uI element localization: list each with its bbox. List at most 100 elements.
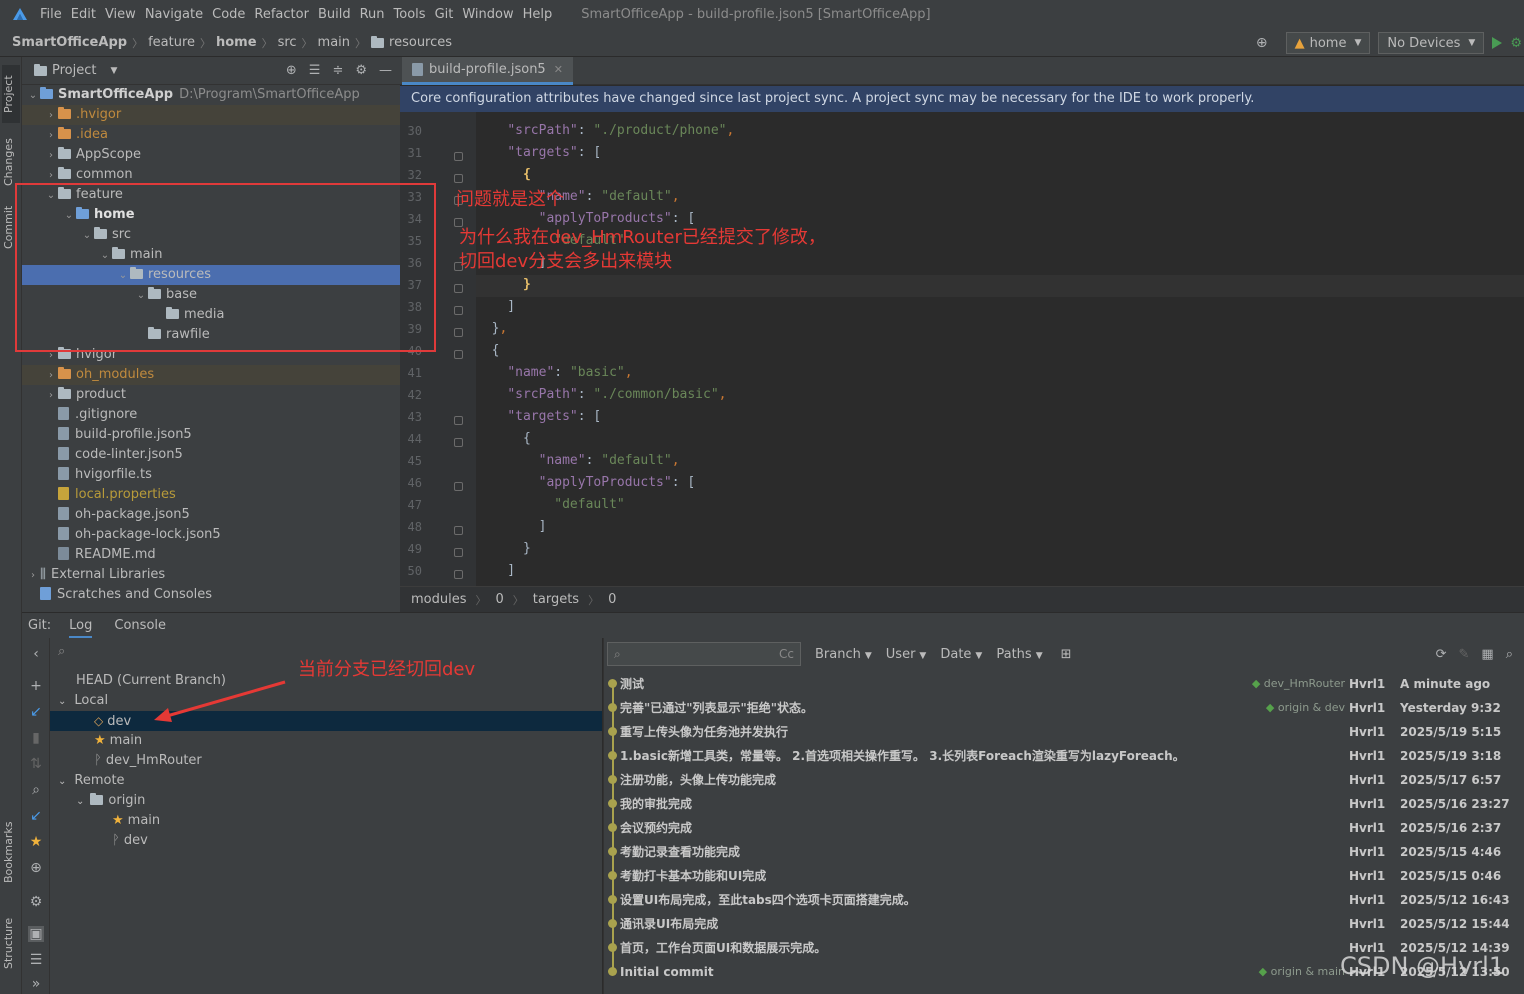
layout-icon[interactable]: ▣	[28, 926, 44, 942]
commit-row[interactable]: 注册功能，头像上传功能完成 Hvrl1 2025/5/17 6:57	[604, 768, 1524, 792]
tree-item-appscope[interactable]: › AppScope	[22, 145, 400, 165]
menu-item-edit[interactable]: Edit	[71, 7, 96, 22]
chevron-right-icon[interactable]: ›	[44, 146, 58, 166]
filter-paths[interactable]: Paths ▼	[996, 647, 1042, 662]
more-icon[interactable]: »	[28, 976, 44, 992]
target-icon[interactable]: ⊕	[1256, 35, 1268, 51]
breadcrumb-project[interactable]: SmartOfficeApp	[12, 35, 127, 50]
menu-item-file[interactable]: File	[40, 7, 62, 22]
breadcrumb-src[interactable]: src	[278, 35, 297, 50]
menu-item-navigate[interactable]: Navigate	[145, 7, 203, 22]
menu-item-help[interactable]: Help	[523, 7, 553, 22]
branch-local-dev[interactable]: ◇ dev	[50, 711, 602, 731]
commit-row[interactable]: 测试 ◆ dev_HmRouter Hvrl1 A minute ago	[604, 672, 1524, 696]
editor-breadcrumb-modules[interactable]: modules	[411, 592, 467, 607]
commit-row[interactable]: 通讯录UI布局完成 Hvrl1 2025/5/12 15:44	[604, 912, 1524, 936]
tree-item-oh-package-lock-json5[interactable]: oh-package-lock.json5	[22, 525, 400, 545]
menu-item-build[interactable]: Build	[318, 7, 351, 22]
branch-local-main[interactable]: ★ main	[50, 731, 602, 751]
compare-icon[interactable]: ⇅	[28, 756, 44, 772]
update-icon[interactable]: ↙	[28, 704, 44, 720]
debug-icon[interactable]: ⚙	[1510, 36, 1522, 51]
commit-row[interactable]: 考勤打卡基本功能和UI完成 Hvrl1 2025/5/15 0:46	[604, 864, 1524, 888]
tree-item-hvigor[interactable]: › .hvigor	[22, 105, 400, 125]
fold-marker-icon[interactable]	[454, 548, 463, 557]
fold-marker-icon[interactable]	[454, 350, 463, 359]
minimize-icon[interactable]: —	[379, 63, 392, 78]
close-icon[interactable]: ✕	[554, 63, 563, 76]
fold-marker-icon[interactable]	[454, 328, 463, 337]
branch-group-local[interactable]: ⌄ Local	[50, 691, 602, 711]
tree-item-local-properties[interactable]: local.properties	[22, 485, 400, 505]
project-view-title[interactable]: Project	[52, 63, 96, 78]
grid-icon[interactable]: ▦	[1481, 647, 1493, 662]
commit-row[interactable]: 会议预约完成 Hvrl1 2025/5/16 2:37	[604, 816, 1524, 840]
cherry-pick-icon[interactable]: ✎	[1459, 647, 1470, 662]
structure-tool-tab[interactable]: Structure	[2, 913, 20, 973]
branch-remote-dev[interactable]: ᚹ dev	[50, 831, 602, 851]
chevron-left-icon[interactable]: ‹	[28, 646, 44, 662]
tree-item-oh-modules[interactable]: › oh_modules	[22, 365, 400, 385]
commit-row[interactable]: 1.basic新增工具类，常量等。 2.首选项相关操作重写。 3.长列表Fore…	[604, 744, 1524, 768]
changes-tool-tab[interactable]: Changes	[2, 137, 20, 187]
branch-local-dev-hmrouter[interactable]: ᚹ dev_HmRouter	[50, 751, 602, 771]
project-tool-tab[interactable]: Project	[2, 65, 20, 123]
breadcrumb-feature[interactable]: feature	[148, 35, 195, 50]
commit-row[interactable]: 重写上传头像为任务池并发执行 Hvrl1 2025/5/19 5:15	[604, 720, 1524, 744]
chevron-right-icon[interactable]: ›	[26, 566, 40, 586]
tree-item-readme-md[interactable]: README.md	[22, 545, 400, 565]
branch-remote-main[interactable]: ★ main	[50, 811, 602, 831]
commit-row[interactable]: 考勤记录查看功能完成 Hvrl1 2025/5/15 4:46	[604, 840, 1524, 864]
add-icon[interactable]: +	[28, 678, 44, 694]
menu-item-git[interactable]: Git	[435, 7, 454, 22]
gear-icon[interactable]: ⚙	[28, 894, 44, 910]
menu-item-run[interactable]: Run	[360, 7, 385, 22]
editor-breadcrumb-index[interactable]: 0	[496, 592, 504, 607]
match-case-toggle[interactable]: Cc	[779, 647, 794, 661]
branch-group-remote[interactable]: ⌄ Remote	[50, 771, 602, 791]
fold-marker-icon[interactable]	[454, 526, 463, 535]
editor-breadcrumb-targets[interactable]: targets	[533, 592, 579, 607]
device-combo[interactable]: No Devices ▼	[1378, 32, 1485, 54]
chevron-right-icon[interactable]: ›	[44, 386, 58, 406]
menu-item-code[interactable]: Code	[212, 7, 245, 22]
run-icon[interactable]	[1492, 37, 1503, 49]
menu-item-window[interactable]: Window	[462, 7, 513, 22]
commit-row[interactable]: 完善"已通过"列表显示"拒绝"状态。 ◆ origin & dev Hvrl1 Yes…	[604, 696, 1524, 720]
target-icon[interactable]: ⊕	[28, 860, 44, 876]
fold-marker-icon[interactable]	[454, 570, 463, 579]
search-icon[interactable]: ⌕	[28, 782, 44, 798]
gear-icon[interactable]: ⚙	[355, 63, 367, 78]
filter-branch[interactable]: Branch ▼	[815, 647, 872, 662]
tree-item-external-libraries[interactable]: › ⫼ External Libraries	[22, 565, 400, 585]
menu-item-refactor[interactable]: Refactor	[254, 7, 309, 22]
refresh-icon[interactable]: ⟳	[1436, 647, 1447, 662]
filter-date[interactable]: Date ▼	[940, 647, 982, 662]
fold-marker-icon[interactable]	[454, 152, 463, 161]
breadcrumb-resources[interactable]: resources	[389, 35, 452, 50]
bookmarks-tool-tab[interactable]: Bookmarks	[2, 817, 20, 887]
expand-all-icon[interactable]: ☰	[309, 63, 321, 78]
collapse-all-icon[interactable]: ≑	[332, 63, 343, 78]
chevron-right-icon[interactable]: ›	[44, 366, 58, 386]
log-search-input[interactable]: ⌕ Cc	[607, 642, 801, 666]
tab-log[interactable]: Log	[69, 613, 93, 638]
commit-row[interactable]: 我的审批完成 Hvrl1 2025/5/16 23:27	[604, 792, 1524, 816]
locate-icon[interactable]: ⊕	[286, 63, 297, 78]
tree-item-product[interactable]: › product	[22, 385, 400, 405]
tree-item-common[interactable]: › common	[22, 165, 400, 185]
delete-icon[interactable]: ▮	[28, 730, 44, 746]
star-icon[interactable]: ★	[28, 834, 44, 850]
fold-marker-icon[interactable]	[454, 438, 463, 447]
tree-item-oh-package-json5[interactable]: oh-package.json5	[22, 505, 400, 525]
fold-marker-icon[interactable]	[454, 482, 463, 491]
tree-item-code-linter-json5[interactable]: code-linter.json5	[22, 445, 400, 465]
fold-marker-icon[interactable]	[454, 416, 463, 425]
list-icon[interactable]: ☰	[28, 952, 44, 968]
tree-root[interactable]: ⌄ SmartOfficeApp D:\Program\SmartOfficeApp	[22, 85, 400, 105]
breadcrumb-main[interactable]: main	[318, 35, 350, 50]
editor-tab-build-profile[interactable]: build-profile.json5 ✕	[402, 57, 573, 85]
breadcrumb-home[interactable]: home	[216, 35, 257, 50]
chevron-right-icon[interactable]: ›	[44, 126, 58, 146]
tree-item-idea[interactable]: › .idea	[22, 125, 400, 145]
